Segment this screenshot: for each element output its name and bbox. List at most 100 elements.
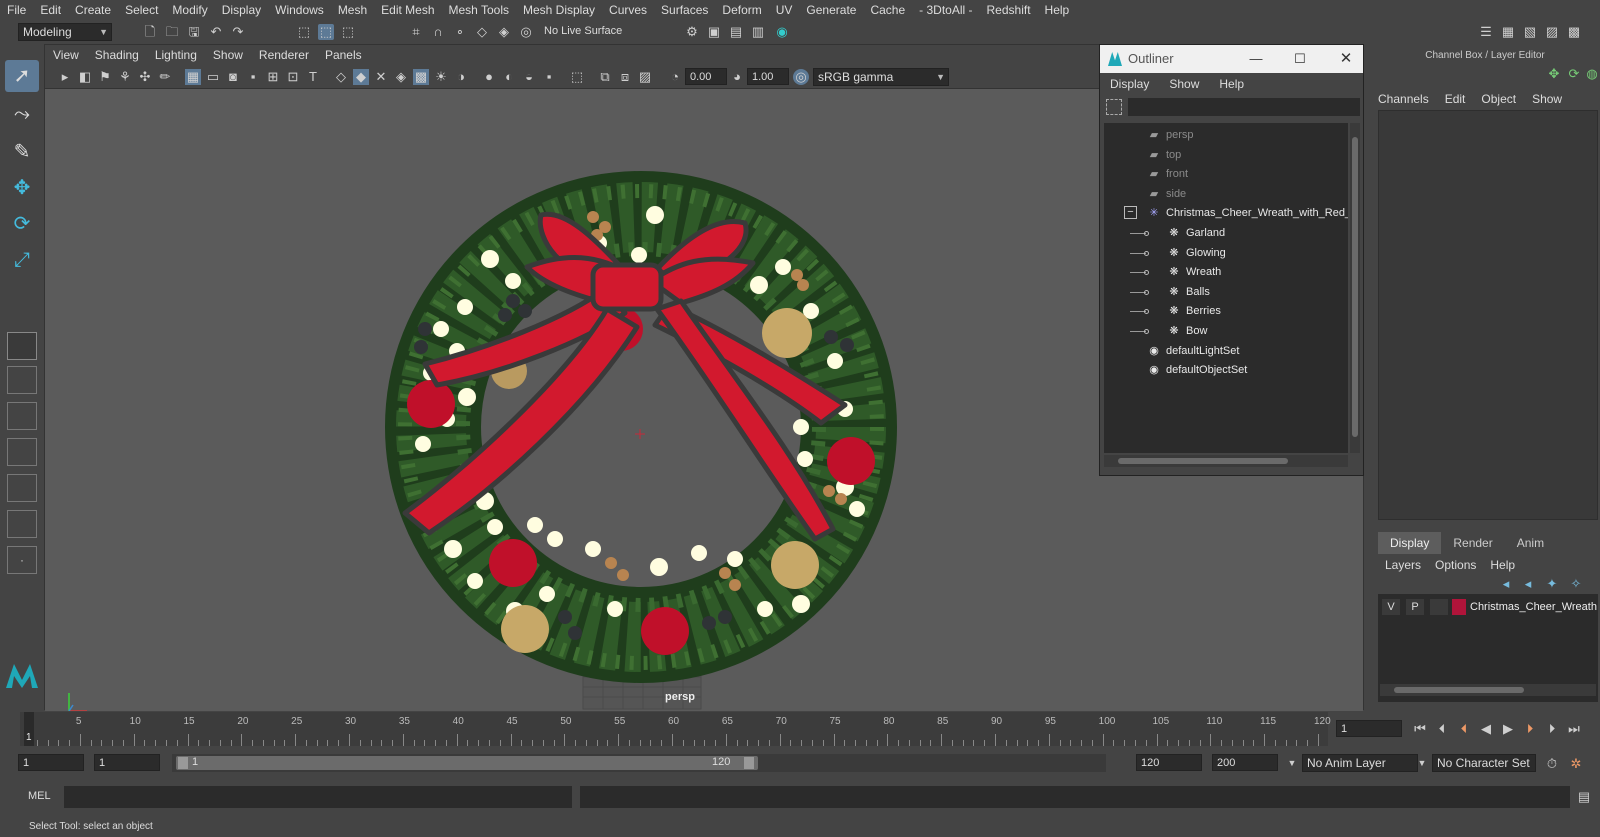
outliner-menu-help[interactable]: Help: [1209, 77, 1254, 91]
time-slider[interactable]: 1 5 10 15 20 25 30 35 40 45 50 55 60 65 70 75 80 85 90 95 1…: [0, 712, 1600, 748]
outliner-horizontal-scrollbar[interactable]: [1104, 455, 1348, 467]
open-scene-icon[interactable]: 🗀: [164, 24, 180, 40]
ambient-occlusion-icon[interactable]: ◑: [453, 69, 469, 85]
new-empty-layer-icon[interactable]: ✦: [1544, 576, 1560, 592]
paint-select-icon[interactable]: ✎: [5, 136, 39, 168]
channel-box-menu-channels[interactable]: Channels: [1370, 92, 1437, 106]
menu-generate[interactable]: Generate: [799, 3, 863, 17]
maximize-icon[interactable]: ☐: [1290, 45, 1310, 73]
exposure-icon[interactable]: ◔: [667, 69, 683, 85]
snap-point-icon[interactable]: ∘: [452, 24, 468, 40]
outliner-item[interactable]: ❋ Bow: [1104, 321, 1348, 341]
view-transform-dropdown[interactable]: sRGB gamma ▼: [813, 68, 949, 86]
shadows-icon[interactable]: ☀: [433, 69, 449, 85]
outliner-item[interactable]: − ✳ Christmas_Cheer_Wreath_with_Red_: [1104, 203, 1348, 223]
menu-curves[interactable]: Curves: [602, 3, 654, 17]
render-frame-icon[interactable]: ▣: [706, 24, 722, 40]
camera-attributes-icon[interactable]: ◧: [77, 69, 93, 85]
viewport-menu-lighting[interactable]: Lighting: [147, 48, 205, 62]
layer-menu-help[interactable]: Help: [1483, 558, 1522, 572]
gamma-icon[interactable]: ◕: [729, 69, 745, 85]
move-layer-up-icon[interactable]: ◂: [1498, 576, 1514, 592]
time-ruler[interactable]: 1 5 10 15 20 25 30 35 40 45 50 55 60 65 70 75 80 85 90 95 1…: [20, 712, 1331, 746]
layer-row[interactable]: V P Christmas_Cheer_Wreath: [1378, 598, 1598, 616]
color-management-icon[interactable]: ◎: [793, 69, 809, 85]
anti-aliasing-icon[interactable]: ◐: [501, 69, 517, 85]
outliner-item[interactable]: ▰ persp: [1104, 125, 1348, 145]
field-chart-icon[interactable]: ⊞: [265, 69, 281, 85]
scroll-thumb[interactable]: [1352, 137, 1358, 437]
xray-active-icon[interactable]: ⧉: [597, 69, 613, 85]
layer-horizontal-scrollbar[interactable]: [1380, 684, 1596, 696]
layout-icon[interactable]: ▧: [1522, 24, 1538, 40]
channel-box-menu-show[interactable]: Show: [1524, 92, 1570, 106]
move-icon[interactable]: ✥: [1546, 66, 1562, 82]
step-forward-key-icon[interactable]: ⏵: [1522, 721, 1538, 737]
make-live-icon[interactable]: ◎: [518, 24, 534, 40]
outliner-item[interactable]: ❋ Glowing: [1104, 243, 1348, 263]
range-end-handle[interactable]: [744, 757, 754, 769]
snap-view-plane-icon[interactable]: ◈: [496, 24, 512, 40]
hypershade-icon[interactable]: ◉: [774, 24, 790, 40]
command-input[interactable]: [64, 786, 572, 808]
viewport-menu-panels[interactable]: Panels: [317, 48, 370, 62]
resolution-gate-icon[interactable]: ◙: [225, 69, 241, 85]
select-camera-icon[interactable]: ▸: [57, 69, 73, 85]
step-back-frame-icon[interactable]: ⏴: [1434, 721, 1450, 737]
rotate-icon[interactable]: ⟳: [1566, 66, 1582, 82]
outliner-item[interactable]: ▰ side: [1104, 184, 1348, 204]
outliner-item[interactable]: ◉ defaultLightSet: [1104, 341, 1348, 361]
toggle-sidebar-icon[interactable]: ▦: [1500, 24, 1516, 40]
playback-start-field[interactable]: 1: [94, 754, 160, 771]
viewport-menu-show[interactable]: Show: [205, 48, 251, 62]
scale-tool-icon[interactable]: ⤢: [5, 244, 39, 276]
layer-playback-toggle[interactable]: P: [1406, 599, 1424, 615]
auto-keyframe-icon[interactable]: ⏱: [1544, 756, 1560, 772]
gate-mask-icon[interactable]: ▪: [245, 69, 261, 85]
layer-menu-options[interactable]: Options: [1428, 558, 1483, 572]
persp-graph-layout-icon[interactable]: [7, 438, 37, 466]
use-all-lights-icon[interactable]: ▩: [413, 69, 429, 85]
animation-preferences-icon[interactable]: ✲: [1568, 756, 1584, 772]
menu-file[interactable]: File: [0, 3, 33, 17]
custom-layout-icon[interactable]: ·: [7, 546, 37, 574]
menu-windows[interactable]: Windows: [268, 3, 331, 17]
outliner-item[interactable]: ❋ Berries: [1104, 301, 1348, 321]
layer-color-swatch[interactable]: [1452, 599, 1466, 615]
tool-settings-icon[interactable]: ▩: [1566, 24, 1582, 40]
wireframe-on-shaded-icon[interactable]: ✕: [373, 69, 389, 85]
bookmarks-icon[interactable]: ⚑: [97, 69, 113, 85]
menu-create[interactable]: Create: [68, 3, 118, 17]
snap-curve-icon[interactable]: ∩: [430, 24, 446, 40]
outliner-item[interactable]: ◉ defaultObjectSet: [1104, 360, 1348, 380]
menu-edit-mesh[interactable]: Edit Mesh: [374, 3, 441, 17]
layer-display-type-toggle[interactable]: [1430, 599, 1448, 615]
persp-outliner-layout-icon[interactable]: [7, 402, 37, 430]
layer-name[interactable]: Christmas_Cheer_Wreath: [1470, 599, 1597, 615]
collapse-icon[interactable]: −: [1124, 206, 1137, 220]
anim-layer-dropdown[interactable]: No Anim Layer: [1302, 754, 1418, 772]
tab-display[interactable]: Display: [1378, 532, 1442, 554]
menu-set-dropdown[interactable]: Modeling ▼: [18, 23, 112, 41]
channel-box-menu-edit[interactable]: Edit: [1437, 92, 1474, 106]
workspace-icon[interactable]: ☰: [1478, 24, 1494, 40]
step-back-key-icon[interactable]: ⏴: [1456, 721, 1472, 737]
range-start-handle[interactable]: [178, 757, 188, 769]
outliner-menu-display[interactable]: Display: [1100, 77, 1159, 91]
save-scene-icon[interactable]: 🖫: [186, 24, 202, 40]
move-layer-down-icon[interactable]: ◂: [1520, 576, 1536, 592]
grease-pencil-icon[interactable]: ✏: [157, 69, 173, 85]
backface-icon[interactable]: ▨: [637, 69, 653, 85]
animation-start-field[interactable]: 1: [18, 754, 84, 771]
character-set-dropdown[interactable]: No Character Set: [1432, 754, 1536, 772]
script-editor-icon[interactable]: ▤: [1576, 789, 1592, 805]
menu-deform[interactable]: Deform: [715, 3, 768, 17]
channel-box-menu-object[interactable]: Object: [1473, 92, 1524, 106]
smooth-shade-icon[interactable]: ◆: [353, 69, 369, 85]
textured-icon[interactable]: ◈: [393, 69, 409, 85]
xray-joints-icon[interactable]: ⧈: [617, 69, 633, 85]
isolate-select-icon[interactable]: ▪: [541, 69, 557, 85]
wireframe-icon[interactable]: ◇: [333, 69, 349, 85]
persp-hypershade-layout-icon[interactable]: [7, 474, 37, 502]
select-tool-icon[interactable]: ➚: [5, 60, 39, 92]
